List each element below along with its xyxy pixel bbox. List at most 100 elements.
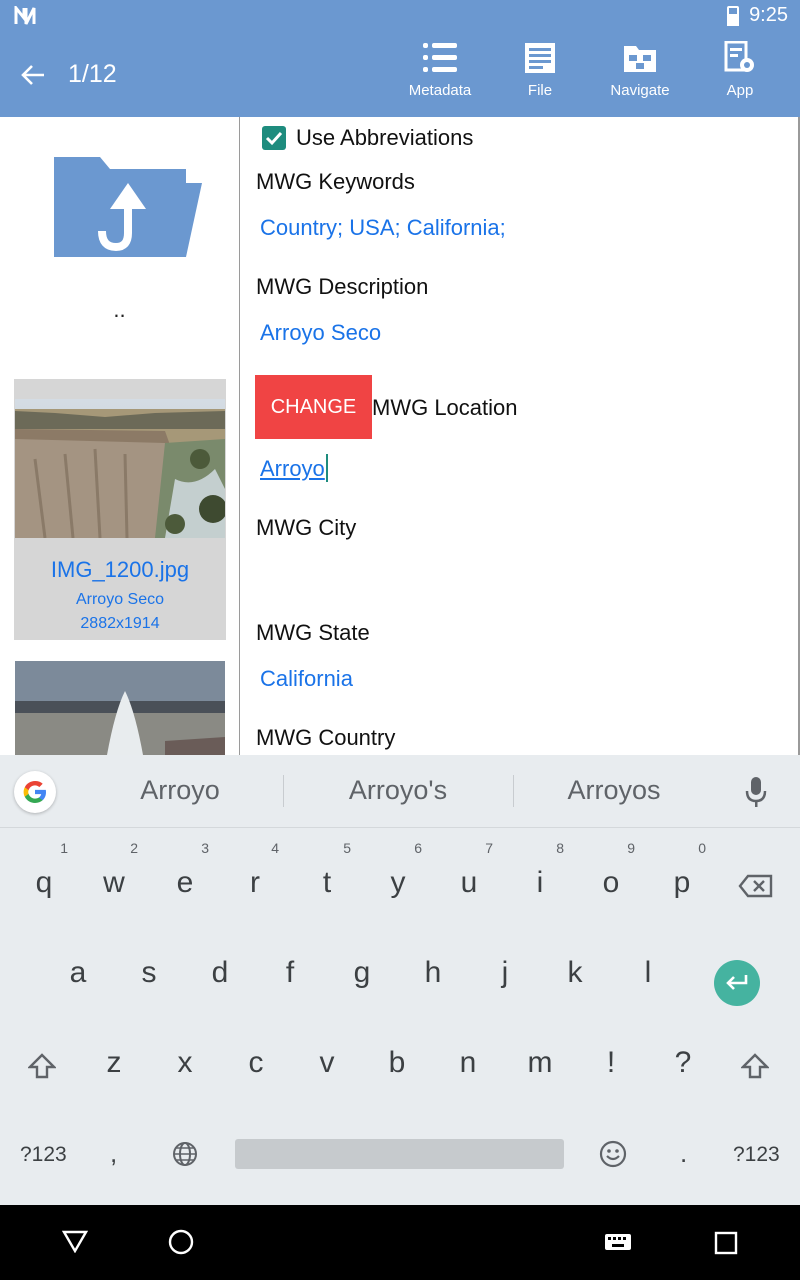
key-number-hint: 9 (627, 840, 635, 856)
use-abbreviations-label: Use Abbreviations (296, 125, 474, 150)
key-m[interactable]: m (510, 1046, 570, 1080)
key-exclamation[interactable]: ! (581, 1046, 641, 1080)
suggestion-strip: Arroyo Arroyo's Arroyos (0, 755, 800, 828)
app-bar: 9:25 1/12 Metadata File Navigate App (0, 0, 800, 117)
keywords-value[interactable]: Country; USA; California; (260, 215, 506, 241)
checkmark-icon (265, 131, 283, 146)
city-label: MWG City (256, 515, 357, 540)
use-abbreviations-row[interactable]: Use Abbreviations (262, 125, 473, 151)
file-label: File (527, 82, 553, 99)
key-number-hint: 8 (556, 840, 564, 856)
change-button[interactable]: CHANGE (255, 375, 372, 439)
key-question[interactable]: ? (653, 1046, 713, 1080)
keyboard-switch-icon[interactable] (604, 1233, 632, 1253)
key-w[interactable]: w2 (84, 840, 144, 900)
symbols-key-right[interactable]: ?123 (733, 1143, 780, 1167)
key-g[interactable]: g (332, 956, 392, 990)
key-z[interactable]: z (84, 1046, 144, 1080)
space-bar[interactable] (235, 1139, 564, 1169)
symbols-key-left[interactable]: ?123 (20, 1143, 67, 1167)
navigation-bar (0, 1205, 800, 1280)
key-a[interactable]: a (48, 956, 108, 990)
key-letter: e (176, 866, 194, 899)
google-icon[interactable] (14, 771, 56, 813)
photo-thumbnail[interactable] (15, 399, 225, 538)
key-o[interactable]: o9 (581, 840, 641, 900)
document-icon (525, 43, 555, 73)
google-g-icon (23, 781, 46, 803)
shift-right-icon[interactable] (741, 1052, 769, 1080)
file-name: IMG_1200.jpg (50, 557, 190, 582)
file-button[interactable]: File (490, 38, 590, 108)
toolbar: Metadata File Navigate App (390, 38, 790, 108)
suggestion-3[interactable]: Arroyos (514, 775, 714, 806)
metadata-button[interactable]: Metadata (390, 38, 490, 108)
enter-key[interactable] (714, 960, 760, 1006)
key-number-hint: 4 (271, 840, 279, 856)
key-letter: q (35, 866, 53, 899)
nav-back-icon[interactable] (62, 1229, 88, 1253)
key-l[interactable]: l (618, 956, 678, 990)
key-y[interactable]: y6 (368, 840, 428, 900)
arrow-back-icon (21, 65, 44, 85)
key-c[interactable]: c (226, 1046, 286, 1080)
use-abbreviations-checkbox[interactable] (262, 126, 286, 150)
photo-thumbnail-image (15, 399, 225, 538)
navigate-button[interactable]: Navigate (590, 38, 690, 108)
key-f[interactable]: f (260, 956, 320, 990)
status-bar: 9:25 (0, 0, 800, 34)
key-number-hint: 2 (130, 840, 138, 856)
key-t[interactable]: t5 (297, 840, 357, 900)
key-s[interactable]: s (119, 956, 179, 990)
parent-folder-label[interactable]: .. (0, 297, 239, 323)
key-i[interactable]: i8 (510, 840, 570, 900)
file-list-panel: .. IMG_1200.jpg Arroyo Seco 2882x1914 (0, 117, 239, 755)
state-value[interactable]: California (260, 666, 353, 692)
metadata-label: Metadata (408, 82, 472, 99)
suggestion-1[interactable]: Arroyo (80, 775, 280, 806)
shift-left-icon[interactable] (28, 1052, 56, 1080)
key-letter: t (322, 866, 332, 899)
globe-icon[interactable] (172, 1141, 198, 1167)
enter-arrow-icon (726, 975, 748, 990)
file-description: Arroyo Seco (75, 591, 165, 608)
suggestion-2[interactable]: Arroyo's (298, 775, 498, 806)
country-label: MWG Country (256, 725, 396, 750)
key-j[interactable]: j (475, 956, 535, 990)
key-x[interactable]: x (155, 1046, 215, 1080)
key-u[interactable]: u7 (439, 840, 499, 900)
key-number-hint: 0 (698, 840, 706, 856)
emoji-icon[interactable] (599, 1140, 627, 1168)
key-n[interactable]: n (438, 1046, 498, 1080)
key-q[interactable]: q1 (14, 840, 74, 900)
key-b[interactable]: b (367, 1046, 427, 1080)
app-button[interactable]: App (690, 38, 790, 108)
description-value[interactable]: Arroyo Seco (260, 320, 381, 346)
list-item[interactable]: IMG_1200.jpg Arroyo Seco 2882x1914 (14, 379, 226, 640)
nav-home-icon[interactable] (168, 1229, 194, 1255)
comma-key[interactable]: , (110, 1138, 117, 1169)
key-r[interactable]: r4 (225, 840, 285, 900)
status-time: 9:25 (749, 4, 788, 26)
key-p[interactable]: p0 (652, 840, 712, 900)
key-number-hint: 1 (60, 840, 68, 856)
folder-move-icon (624, 46, 656, 72)
key-d[interactable]: d (190, 956, 250, 990)
app-label: App (726, 82, 754, 99)
key-e[interactable]: e3 (155, 840, 215, 900)
key-k[interactable]: k (545, 956, 605, 990)
key-v[interactable]: v (297, 1046, 357, 1080)
backspace-icon[interactable] (738, 874, 774, 898)
microphone-icon[interactable] (744, 775, 768, 809)
metadata-form: Use Abbreviations MWG Keywords Country; … (240, 117, 798, 755)
nav-recents-icon[interactable] (714, 1231, 738, 1255)
period-key[interactable]: . (680, 1138, 687, 1169)
back-button[interactable] (16, 58, 50, 92)
file-dimensions: 2882x1914 (80, 615, 160, 632)
photo-thumbnail[interactable] (15, 661, 225, 755)
state-label: MWG State (256, 620, 370, 645)
key-letter: p (673, 866, 691, 899)
folder-up-icon[interactable] (50, 153, 206, 261)
key-h[interactable]: h (403, 956, 463, 990)
location-input[interactable]: Arroyo (260, 454, 328, 482)
